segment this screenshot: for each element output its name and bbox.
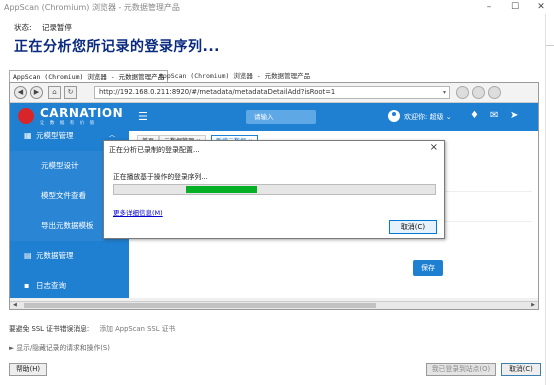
mail-icon[interactable]: ✉ <box>490 110 498 122</box>
save-button[interactable]: 保存 <box>413 260 443 276</box>
tshirt-icon[interactable]: ♦ <box>470 110 479 122</box>
address-bar[interactable]: http://192.168.0.211:8920/#/metadata/met… <box>94 86 450 99</box>
status-value: 记录暂停 <box>41 23 72 32</box>
window-edge <box>545 14 554 385</box>
refresh-icon[interactable]: ↻ <box>64 86 77 99</box>
settings-icon[interactable] <box>472 86 485 99</box>
extension-icon[interactable] <box>488 86 501 99</box>
toggle-recorded-requests[interactable]: ► 显示/隐藏记录的请求和操作(S) <box>9 342 110 352</box>
minimize-button[interactable]: – <box>476 0 502 14</box>
sidebar-item-label: 日志查询 <box>36 281 66 290</box>
edge-divider <box>546 45 554 46</box>
log-icon: ▪ <box>24 281 30 290</box>
user-avatar-icon <box>388 110 400 122</box>
home-icon[interactable]: ⌂ <box>48 86 61 99</box>
close-button[interactable]: ✕ <box>528 0 554 14</box>
horizontal-scrollbar[interactable]: ◀ ▶ <box>10 301 538 309</box>
status-label: 状态: <box>14 23 32 32</box>
app-search-input[interactable]: 请输入 <box>246 110 316 124</box>
sidebar-item-log-query[interactable]: ▪ 日志查询 <box>10 271 129 301</box>
address-url: http://192.168.0.211:8920/#/metadata/met… <box>99 88 336 96</box>
metadata-icon: ▤ <box>24 251 32 260</box>
dialog-close-icon[interactable]: × <box>430 143 438 153</box>
progress-bar <box>113 184 436 195</box>
help-button[interactable]: 帮助(H) <box>9 363 47 376</box>
scroll-right-icon[interactable]: ▶ <box>531 302 535 309</box>
page-heading: 正在分析您所记录的登录序列... <box>14 39 220 55</box>
progress-dialog: 正在分析已录制的登录配置... × 正在播放基于操作的登录序列... 更多详细信… <box>103 140 445 239</box>
back-icon[interactable]: ◀ <box>14 86 27 99</box>
sidebar-item-label: 元数据管理 <box>36 251 74 260</box>
scroll-thumb[interactable] <box>24 303 376 308</box>
cancel-button[interactable]: 取消(C) <box>501 363 541 376</box>
logo-text: CARNATION <box>40 106 124 120</box>
browser-navbar: ◀ ▶ ⌂ ↻ http://192.168.0.211:8920/#/meta… <box>10 83 538 103</box>
sidebar-item-metadata-management[interactable]: ▤ 元数据管理 <box>10 241 129 271</box>
send-icon[interactable]: ➤ <box>510 110 518 122</box>
model-icon: ▦ <box>24 131 32 140</box>
maximize-button[interactable]: ☐ <box>502 0 528 14</box>
dialog-message: 正在播放基于操作的登录序列... <box>113 173 208 181</box>
dialog-cancel-button[interactable]: 取消(C) <box>389 220 437 234</box>
status-row: 状态: 记录暂停 <box>14 22 80 33</box>
ssl-label: 要避免 SSL 证书错误消息: <box>9 325 90 333</box>
stop-icon[interactable] <box>456 86 469 99</box>
ssl-add-cert[interactable]: 添加 AppScan SSL 证书 <box>99 325 175 333</box>
url-dropdown-icon[interactable]: ▾ <box>443 87 446 98</box>
dialog-title: 正在分析已录制的登录配置... <box>109 146 200 154</box>
welcome-user[interactable]: 欢迎你: 超级 ⌄ <box>404 112 452 122</box>
progress-bar-fill <box>186 186 257 193</box>
menu-toggle-icon[interactable]: ☰ <box>138 111 148 122</box>
ssl-row: 要避免 SSL 证书错误消息: 添加 AppScan SSL 证书 <box>9 323 175 333</box>
browser-tab-active[interactable]: AppScan (Chromium) 浏览器 - 元数据管理产品 <box>9 70 169 82</box>
logged-in-button[interactable]: 我已登录到站点(O) <box>426 363 496 376</box>
sidebar-item-label: 元模型管理 <box>36 131 74 140</box>
window-title-bar: AppScan (Chromium) 浏览器 - 元数据管理产品 – ☐ ✕ <box>0 0 554 14</box>
scroll-left-icon[interactable]: ◀ <box>13 302 17 309</box>
more-details-link[interactable]: 更多详细信息(M) <box>113 207 163 217</box>
window-title: AppScan (Chromium) 浏览器 - 元数据管理产品 <box>4 3 180 12</box>
forward-icon[interactable]: ▶ <box>30 86 43 99</box>
browser-tab[interactable]: AppScan (Chromium) 浏览器 - 元数据管理产品 <box>156 70 313 82</box>
